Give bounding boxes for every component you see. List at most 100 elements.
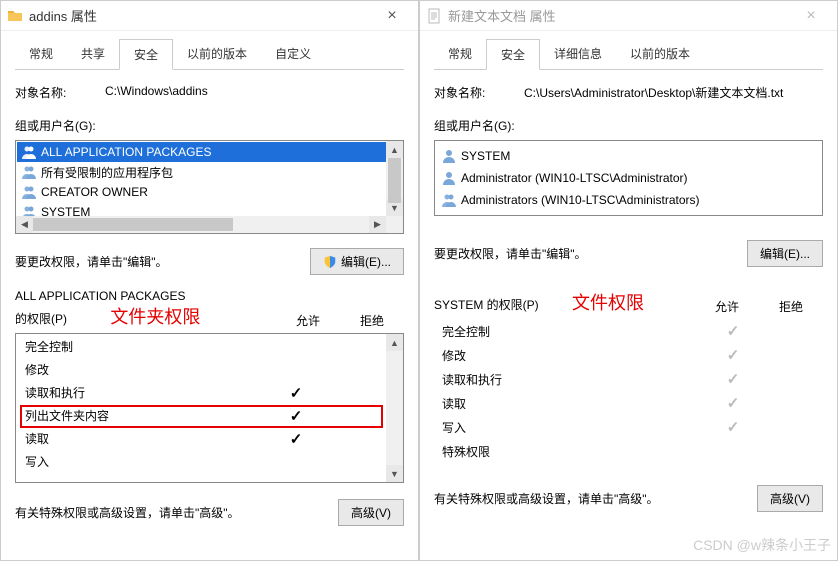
list-item[interactable]: Administrators (WIN10-LTSC\Administrator… (437, 189, 820, 211)
allow-check (703, 418, 763, 436)
tab-detail[interactable]: 详细信息 (540, 39, 616, 69)
scroll-left-button[interactable]: ◀ (16, 216, 33, 233)
scrollbar-horizontal[interactable]: ◀ ▶ (16, 216, 386, 233)
permission-name: 读取 (442, 395, 703, 412)
scroll-thumb[interactable] (33, 218, 233, 231)
label-edit-hint: 要更改权限，请单击"编辑"。 (434, 245, 747, 262)
double-icon (21, 184, 37, 200)
principal-name: ALL APPLICATION PACKAGES (41, 145, 212, 159)
folder-icon (7, 8, 23, 24)
permissions-listbox[interactable]: 完全控制修改读取和执行列出文件夹内容读取写入 ▲ ▼ (15, 333, 404, 483)
list-item[interactable]: SYSTEM (437, 145, 820, 167)
annotation-folder-perm: 文件夹权限 (110, 307, 200, 327)
permission-name: 写入 (442, 419, 703, 436)
label-adv-hint: 有关特殊权限或高级设置，请单击"高级"。 (15, 504, 338, 521)
label-group-users: 组或用户名(G): (15, 117, 404, 134)
list-item[interactable]: Administrator (WIN10-LTSC\Administrator) (437, 167, 820, 189)
close-button[interactable]: × (372, 7, 412, 25)
permission-row: 修改 (434, 343, 823, 367)
double-icon (21, 144, 37, 160)
scrollbar-vertical[interactable]: ▲ ▼ (386, 334, 403, 482)
principal-name: SYSTEM (461, 149, 510, 163)
tab-previous[interactable]: 以前的版本 (173, 39, 261, 69)
properties-dialog-right: 新建文本文档 属性 × 常规 安全 详细信息 以前的版本 对象名称: C:\Us… (419, 0, 838, 561)
scroll-up-button[interactable]: ▲ (386, 141, 403, 158)
tab-bar: 常规 共享 安全 以前的版本 自定义 (15, 39, 404, 70)
scroll-right-button[interactable]: ▶ (369, 216, 386, 233)
permission-row: 读取 (17, 427, 386, 450)
permission-row: 写入 (17, 450, 386, 473)
tab-share[interactable]: 共享 (67, 39, 119, 69)
perm-title-line2: 的权限(P) (15, 312, 67, 326)
permission-name: 读取和执行 (442, 371, 703, 388)
permission-name: 完全控制 (442, 323, 703, 340)
permission-name: 读取 (25, 430, 266, 447)
permission-name: 修改 (25, 361, 266, 378)
advanced-button[interactable]: 高级(V) (338, 499, 404, 526)
permission-row: 读取和执行 (17, 381, 386, 404)
double-icon (441, 192, 457, 208)
tab-security[interactable]: 安全 (486, 39, 540, 70)
permission-name: 特殊权限 (442, 443, 703, 460)
edit-button[interactable]: 编辑(E)... (747, 240, 823, 267)
scroll-corner (386, 216, 403, 233)
object-path: C:\Users\Administrator\Desktop\新建文本文档.tx… (524, 84, 823, 101)
col-deny: 拒绝 (340, 312, 404, 329)
edit-button[interactable]: 编辑(E)... (310, 248, 404, 275)
permission-row: 列出文件夹内容 (17, 404, 386, 427)
label-edit-hint: 要更改权限，请单击"编辑"。 (15, 253, 310, 270)
permission-name: 修改 (442, 347, 703, 364)
advanced-button[interactable]: 高级(V) (757, 485, 823, 512)
principals-listbox[interactable]: ALL APPLICATION PACKAGES 所有受限制的应用程序包 CREAT… (15, 140, 404, 234)
tab-previous[interactable]: 以前的版本 (616, 39, 704, 69)
principals-listbox[interactable]: SYSTEM Administrator (WIN10-LTSC\Administ… (434, 140, 823, 216)
permission-row: 特殊权限 (434, 439, 823, 463)
tab-bar: 常规 安全 详细信息 以前的版本 (434, 39, 823, 70)
user-icon (441, 170, 457, 186)
list-item[interactable]: SYSTEM (17, 202, 386, 216)
permission-name: 完全控制 (25, 338, 266, 355)
permission-row: 读取 (434, 391, 823, 415)
scroll-thumb[interactable] (388, 158, 401, 203)
list-item[interactable]: ALL APPLICATION PACKAGES (17, 142, 386, 162)
allow-check (703, 370, 763, 388)
allow-check (703, 346, 763, 364)
allow-check (703, 322, 763, 340)
allow-check (266, 430, 326, 448)
permission-name: 列出文件夹内容 (25, 407, 266, 424)
label-group-users: 组或用户名(G): (434, 117, 823, 134)
tab-general[interactable]: 常规 (434, 39, 486, 69)
tab-security[interactable]: 安全 (119, 39, 173, 70)
window-title: addins 属性 (29, 6, 372, 25)
window-title: 新建文本文档 属性 (448, 6, 791, 25)
tab-custom[interactable]: 自定义 (261, 39, 325, 69)
perm-title-line1: ALL APPLICATION PACKAGES (15, 289, 276, 303)
permission-row: 修改 (17, 358, 386, 381)
allow-check (266, 384, 326, 402)
principal-name: Administrators (WIN10-LTSC\Administrator… (461, 193, 700, 207)
user-icon (441, 148, 457, 164)
scroll-down-button[interactable]: ▼ (386, 465, 403, 482)
titlebar[interactable]: addins 属性 × (1, 1, 418, 31)
label-adv-hint: 有关特殊权限或高级设置，请单击"高级"。 (434, 490, 757, 507)
permission-row: 写入 (434, 415, 823, 439)
col-allow: 允许 (695, 298, 759, 315)
principal-name: CREATOR OWNER (41, 185, 148, 199)
titlebar[interactable]: 新建文本文档 属性 × (420, 1, 837, 31)
scrollbar-vertical[interactable]: ▲ ▼ (386, 141, 403, 216)
principal-name: 所有受限制的应用程序包 (41, 164, 173, 181)
perm-title: SYSTEM 的权限(P) (434, 298, 539, 312)
textfile-icon (426, 8, 442, 24)
permission-row: 完全控制 (434, 319, 823, 343)
permission-name: 写入 (25, 453, 266, 470)
properties-dialog-left: addins 属性 × 常规 共享 安全 以前的版本 自定义 对象名称: C:\… (0, 0, 419, 561)
close-button[interactable]: × (791, 7, 831, 25)
annotation-file-perm: 文件权限 (572, 293, 644, 313)
allow-check (266, 407, 326, 425)
tab-general[interactable]: 常规 (15, 39, 67, 69)
scroll-up-button[interactable]: ▲ (386, 334, 403, 351)
list-item[interactable]: 所有受限制的应用程序包 (17, 162, 386, 182)
double-icon (21, 204, 37, 216)
double-icon (21, 164, 37, 180)
list-item[interactable]: CREATOR OWNER (17, 182, 386, 202)
